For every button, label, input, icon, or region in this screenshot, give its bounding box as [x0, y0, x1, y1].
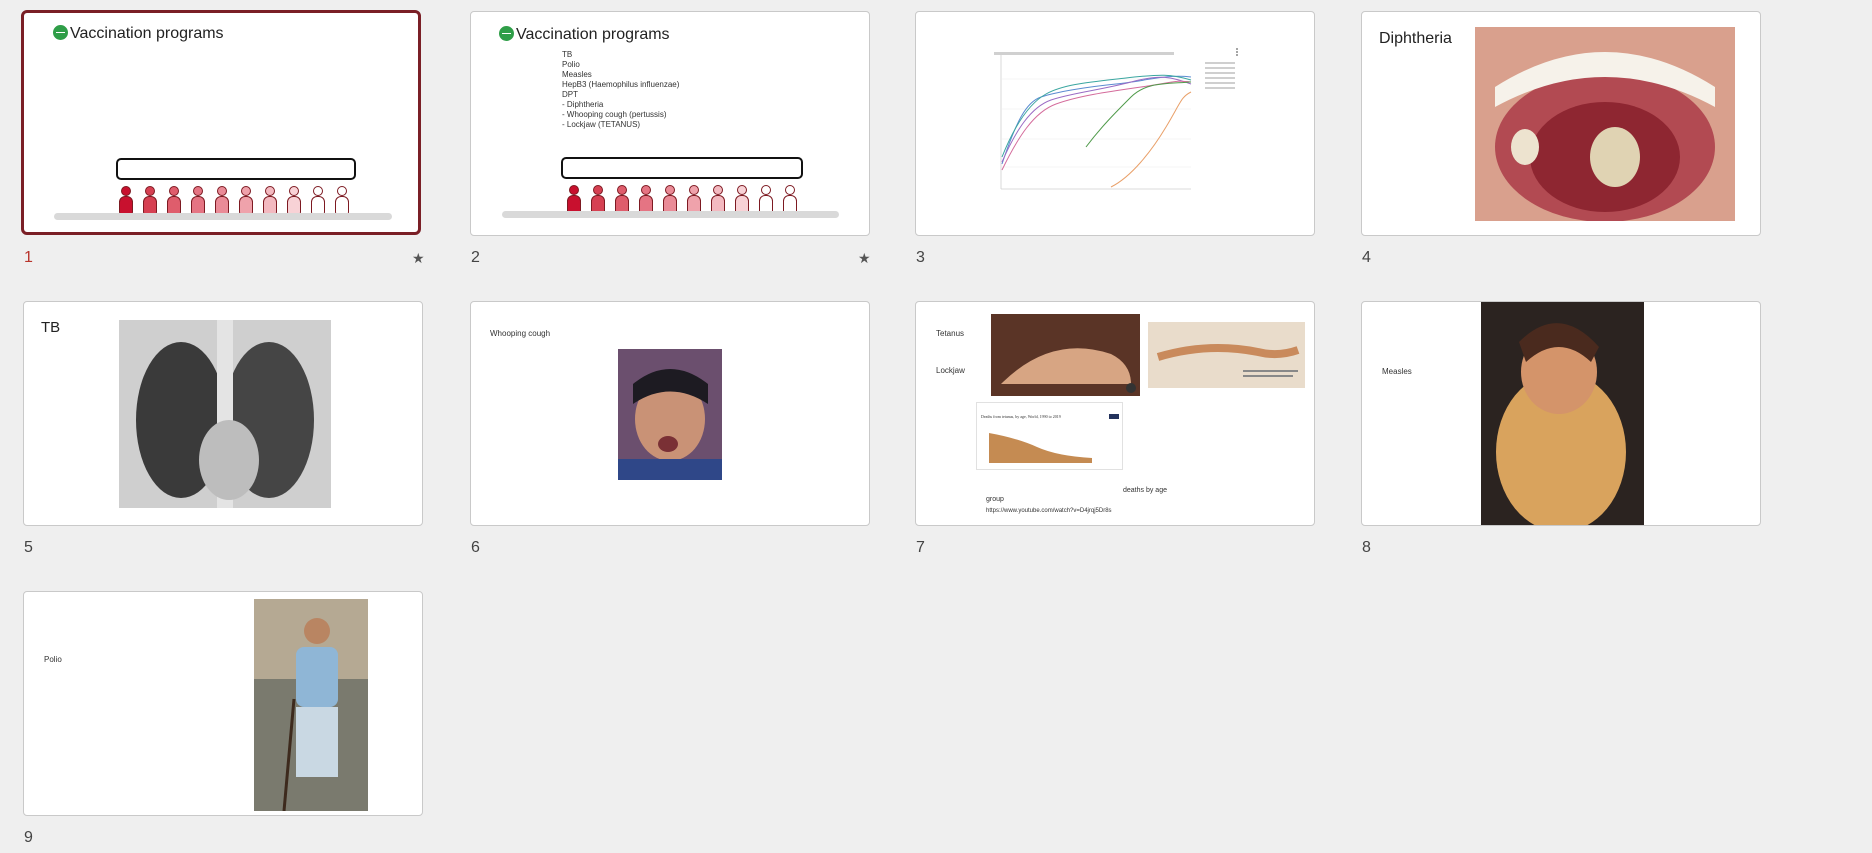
list-item: - Diphtheria [562, 100, 604, 109]
chest-xray-photo [119, 320, 331, 508]
person-icon [335, 186, 349, 216]
slide-title: Polio [44, 655, 62, 664]
measles-child-photo [1481, 302, 1644, 525]
slide-title: Vaccination programs [53, 25, 224, 43]
slide-title: TB [41, 319, 61, 336]
tetanus-deaths-chart-card: Deaths from tetanus, by age, World, 1990… [976, 402, 1123, 470]
list-item: Polio [562, 60, 580, 69]
slide-thumbnail-2[interactable]: Vaccination programs TB Polio Measles He… [470, 11, 870, 236]
caption-group: group [986, 496, 1004, 503]
slide-title: Measles [1382, 367, 1412, 376]
people-row [119, 186, 349, 216]
video-url-link[interactable]: https://www.youtube.com/watch?v=D4jrqj5D… [986, 508, 1112, 514]
list-item: DPT [562, 90, 578, 99]
person-icon [239, 186, 253, 216]
person-icon [215, 186, 229, 216]
health-logo-icon [499, 26, 514, 41]
polio-man-photo [254, 599, 368, 811]
slide-thumbnail-5[interactable]: TB [23, 301, 423, 526]
slide-number-8: 8 [1362, 539, 1371, 556]
progress-track [502, 211, 839, 218]
slide-title: Whooping cough [490, 329, 551, 338]
slide-thumbnail-9[interactable]: Polio [23, 591, 423, 816]
caption-deaths-by-age: deaths by age [1123, 487, 1167, 494]
slide-number-2: 2 [471, 249, 480, 266]
person-icon [311, 186, 325, 216]
person-icon [191, 186, 205, 216]
line-chart-thumbnail [994, 48, 1238, 190]
person-icon [287, 186, 301, 216]
progress-track [54, 213, 392, 220]
slide-number-9: 9 [24, 829, 33, 846]
person-icon [167, 186, 181, 216]
person-icon [119, 186, 133, 216]
slide-thumbnail-7[interactable]: Tetanus Lockjaw Deaths from tetanus, by … [915, 301, 1315, 526]
opisthotonus-painting-photo [991, 314, 1140, 396]
text-box [116, 158, 356, 180]
label-lockjaw: Lockjaw [936, 366, 965, 375]
vaccine-list: TB Polio Measles HepB3 (Haemophilus infl… [562, 50, 679, 130]
tetanus-illustration-photo [1148, 322, 1305, 388]
whooping-cough-child-photo [618, 349, 722, 480]
slide-thumbnail-3[interactable] [915, 11, 1315, 236]
slide-number-7: 7 [916, 539, 925, 556]
slide-title: Diphtheria [1379, 30, 1452, 47]
list-item: TB [562, 50, 573, 59]
person-icon [263, 186, 277, 216]
list-item: HepB3 (Haemophilus influenzae) [562, 80, 680, 89]
star-icon[interactable]: ★ [858, 250, 871, 267]
text-box [561, 157, 803, 179]
list-item: - Whooping cough (pertussis) [562, 110, 667, 119]
list-item: - Lockjaw (TETANUS) [562, 120, 641, 129]
diphtheria-throat-photo [1475, 27, 1735, 221]
slide-title-text: Vaccination programs [70, 25, 224, 42]
slide-title-text: Vaccination programs [516, 26, 670, 43]
slide-thumbnail-8[interactable]: Measles [1361, 301, 1761, 526]
slide-number-1: 1 [24, 249, 33, 266]
slide-number-4: 4 [1362, 249, 1371, 266]
star-icon[interactable]: ★ [412, 250, 425, 267]
area-chart-thumbnail [989, 414, 1119, 463]
slide-thumbnail-6[interactable]: Whooping cough [470, 301, 870, 526]
list-item: Measles [562, 70, 592, 79]
slide-thumbnail-1[interactable]: Vaccination programs [21, 10, 421, 235]
slide-title: Vaccination programs [499, 26, 670, 44]
slide-number-6: 6 [471, 539, 480, 556]
person-icon [143, 186, 157, 216]
slide-number-3: 3 [916, 249, 925, 266]
slide-number-5: 5 [24, 539, 33, 556]
label-tetanus: Tetanus [936, 329, 965, 338]
health-logo-icon [53, 25, 68, 40]
slide-thumbnail-4[interactable]: Diphtheria [1361, 11, 1761, 236]
